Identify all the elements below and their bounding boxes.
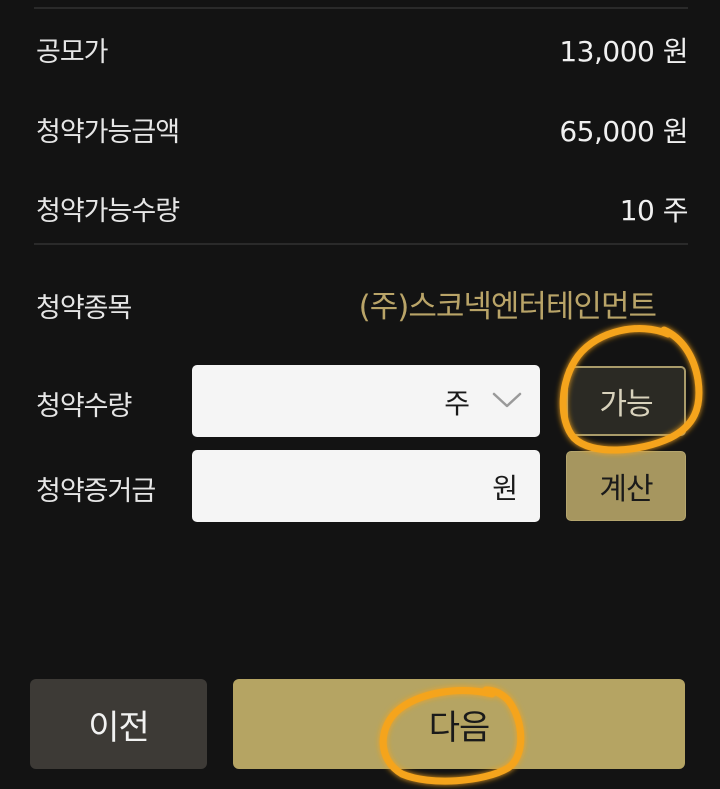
subscription-page: 공모가 13,000 원 청약가능금액 65,000 원 청약가능수량 10 주… — [0, 0, 720, 789]
quantity-possible-button[interactable]: 가능 — [566, 366, 686, 436]
stock-label: 청약종목 — [36, 293, 132, 324]
quantity-unit: 주 — [444, 387, 470, 420]
prev-button[interactable]: 이전 — [30, 679, 207, 769]
quantity-label: 청약수량 — [36, 391, 132, 422]
deposit-input[interactable]: 원 — [192, 450, 540, 522]
next-button[interactable]: 다음 — [233, 679, 685, 769]
available-quantity-value: 10 주 — [619, 194, 689, 227]
quantity-select[interactable]: 주 — [192, 365, 540, 437]
section-divider — [34, 243, 688, 245]
available-amount-value: 65,000 원 — [559, 115, 688, 148]
top-divider — [34, 7, 688, 9]
deposit-unit: 원 — [492, 472, 518, 505]
stock-name: (주)스코넥엔터테인먼트 — [358, 289, 657, 325]
deposit-calculate-button[interactable]: 계산 — [566, 451, 686, 521]
available-quantity-label: 청약가능수량 — [36, 196, 180, 227]
deposit-label: 청약증거금 — [36, 476, 156, 507]
offer-price-label: 공모가 — [36, 37, 109, 68]
chevron-down-icon[interactable] — [492, 385, 522, 415]
offer-price-value: 13,000 원 — [559, 35, 688, 68]
available-amount-label: 청약가능금액 — [36, 117, 180, 148]
